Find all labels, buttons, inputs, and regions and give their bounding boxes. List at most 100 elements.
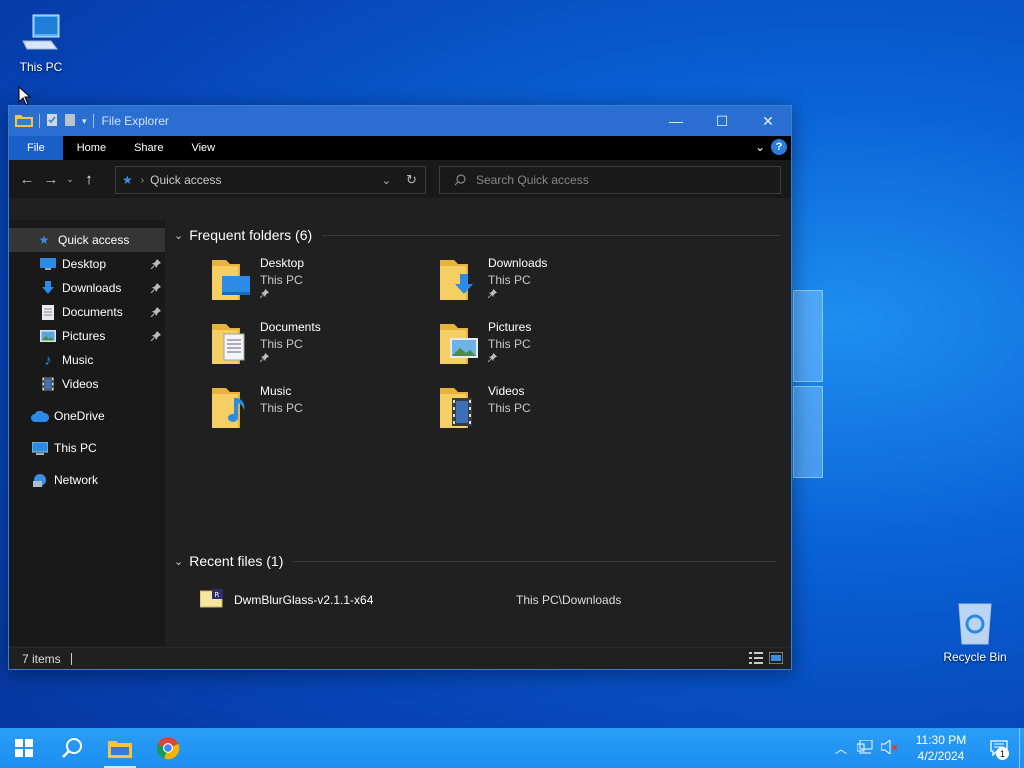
folder-location: This PC	[260, 401, 303, 415]
maximize-button[interactable]: ☐	[699, 106, 745, 136]
tab-view[interactable]: View	[177, 136, 229, 160]
list-item[interactable]: R DwmBlurGlass-v2.1.1-x64 This PC\Downlo…	[199, 588, 780, 612]
clock[interactable]: 11:30 PM 4/2/2024	[913, 732, 969, 764]
tab-share[interactable]: Share	[120, 136, 177, 160]
recent-files-group[interactable]: ⌄ Recent files (1)	[174, 546, 778, 576]
action-center-button[interactable]: 1	[979, 728, 1019, 768]
folder-tile-music[interactable]: Music This PC	[210, 384, 430, 444]
search-box[interactable]: Search Quick access	[439, 166, 781, 194]
folder-name: Downloads	[488, 256, 548, 270]
breadcrumb[interactable]: Quick access	[150, 173, 221, 187]
sidebar-item-this-pc[interactable]: This PC	[9, 436, 165, 460]
folder-name: Pictures	[488, 320, 532, 334]
windows-logo-icon	[15, 739, 33, 757]
documents-icon	[39, 304, 57, 320]
minimize-button[interactable]: —	[653, 106, 699, 136]
collapse-chevron-icon[interactable]: ⌄	[174, 229, 183, 242]
details-view-icon[interactable]	[749, 652, 763, 667]
recycle-bin-icon	[952, 600, 998, 646]
pin-icon	[259, 287, 304, 301]
sidebar-item-quick-access[interactable]: ★ Quick access	[9, 228, 165, 252]
pictures-folder-icon	[438, 320, 482, 368]
frequent-folders-group[interactable]: ⌄ Frequent folders (6)	[174, 220, 781, 250]
help-icon[interactable]: ?	[771, 139, 787, 155]
sidebar-item-onedrive[interactable]: OneDrive	[9, 404, 165, 428]
system-tray: ︿ 11:30 PM 4/2/2024 1	[835, 728, 1024, 768]
status-divider	[70, 652, 72, 665]
folder-name: Videos	[488, 384, 525, 398]
navigation-pane: ★ Quick access Desktop Downloads Documen…	[9, 220, 165, 646]
sidebar-item-videos[interactable]: Videos	[9, 372, 165, 396]
forward-arrow-icon[interactable]: →	[39, 171, 63, 188]
back-arrow-icon[interactable]: ←	[15, 171, 39, 188]
file-path: This PC\Downloads	[516, 593, 622, 607]
network-icon	[31, 473, 49, 488]
sidebar-item-pictures[interactable]: Pictures	[9, 324, 165, 348]
sidebar-item-label: Quick access	[58, 233, 130, 247]
search-input[interactable]: Search Quick access	[476, 173, 589, 187]
folder-tile-desktop[interactable]: Desktop This PC	[210, 256, 430, 316]
folder-name: Desktop	[260, 256, 305, 270]
collapse-chevron-icon[interactable]: ⌄	[174, 555, 183, 568]
folder-tile-documents[interactable]: Documents This PC	[210, 320, 430, 380]
pin-icon	[487, 351, 531, 365]
file-explorer-taskbar-button[interactable]	[96, 728, 144, 768]
folder-tile-downloads[interactable]: Downloads This PC	[438, 256, 658, 316]
pin-icon[interactable]	[150, 306, 161, 320]
desktop-icon-label: This PC	[19, 60, 63, 74]
content-pane: ⌄ Frequent folders (6) Desktop This PC D…	[166, 220, 791, 646]
item-count: 7 items	[22, 651, 61, 666]
folder-tile-pictures[interactable]: Pictures This PC	[438, 320, 658, 380]
network-icon[interactable]	[856, 739, 873, 757]
chrome-taskbar-button[interactable]	[144, 728, 192, 768]
desktop-icon-recycle-bin[interactable]: Recycle Bin	[938, 600, 1012, 664]
search-icon	[454, 174, 466, 186]
sidebar-item-music[interactable]: ♪ Music	[9, 348, 165, 372]
properties-icon[interactable]	[46, 113, 58, 130]
pin-icon	[487, 287, 547, 301]
sidebar-item-documents[interactable]: Documents	[9, 300, 165, 324]
pin-icon[interactable]	[150, 330, 161, 344]
sidebar-item-label: Pictures	[62, 329, 106, 343]
sidebar-item-label: This PC	[54, 441, 97, 455]
clock-date: 4/2/2024	[917, 749, 965, 763]
start-button[interactable]	[0, 728, 48, 768]
folder-tile-videos[interactable]: Videos This PC	[438, 384, 658, 444]
clock-time: 11:30 PM	[915, 733, 967, 747]
breadcrumb-chevron-icon[interactable]: ›	[141, 175, 144, 186]
search-button[interactable]	[48, 728, 96, 768]
folder-icon	[108, 741, 132, 758]
title-bar[interactable]: ▾ File Explorer — ☐ ✕	[9, 106, 791, 136]
sidebar-item-label: Documents	[62, 305, 123, 319]
tab-file[interactable]: File	[9, 136, 63, 160]
address-bar[interactable]: ★ › Quick access ⌄ ↻	[115, 166, 426, 194]
svg-text:R: R	[215, 591, 220, 599]
up-arrow-icon[interactable]: ↑	[77, 171, 101, 188]
desktop-icon-this-pc[interactable]: This PC	[4, 10, 78, 74]
music-icon: ♪	[44, 351, 52, 369]
sidebar-item-label: Network	[54, 473, 99, 487]
sidebar-item-label: Desktop	[62, 257, 107, 271]
volume-muted-icon[interactable]	[880, 738, 899, 757]
show-hidden-icons-chevron-icon[interactable]: ︿	[835, 740, 847, 757]
tab-home[interactable]: Home	[63, 136, 120, 160]
sidebar-item-downloads[interactable]: Downloads	[9, 276, 165, 300]
expand-ribbon-chevron-icon[interactable]: ⌄	[755, 140, 765, 154]
refresh-icon[interactable]: ↻	[406, 172, 417, 188]
close-button[interactable]: ✕	[745, 106, 791, 136]
sidebar-item-network[interactable]: Network	[9, 468, 165, 492]
show-desktop-button[interactable]	[1019, 728, 1024, 768]
status-bar: 7 items	[9, 647, 791, 669]
large-icons-view-icon[interactable]	[768, 651, 784, 667]
pin-icon[interactable]	[150, 282, 161, 296]
recent-locations-chevron-icon[interactable]: ⌄	[63, 174, 77, 185]
address-dropdown-chevron-icon[interactable]: ⌄	[382, 174, 391, 187]
sidebar-item-label: Music	[62, 353, 94, 367]
pin-icon[interactable]	[150, 258, 161, 272]
navigation-bar: ← → ⌄ ↑ ★ › Quick access ⌄ ↻ Search Quic…	[9, 160, 791, 198]
new-folder-icon[interactable]	[64, 113, 76, 130]
sidebar-item-label: Downloads	[62, 281, 122, 295]
customize-qat-chevron-icon[interactable]: ▾	[82, 116, 87, 127]
desktop-folder-icon	[210, 256, 254, 304]
sidebar-item-desktop[interactable]: Desktop	[9, 252, 165, 276]
